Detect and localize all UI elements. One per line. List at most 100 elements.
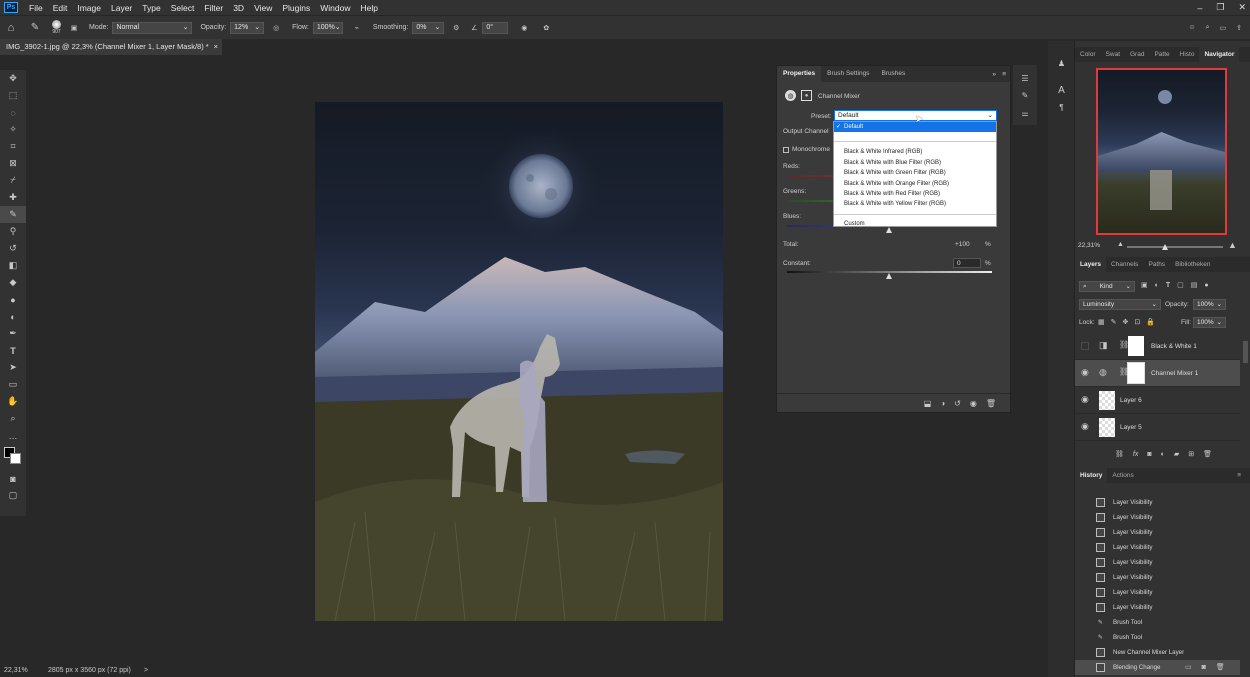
brush-tool-icon[interactable]: ✎ xyxy=(26,22,44,33)
constant-slider-thumb[interactable] xyxy=(886,273,892,279)
history-item[interactable]: New Channel Mixer Layer xyxy=(1075,645,1240,660)
history-item[interactable]: ✎ Brush Tool xyxy=(1075,615,1240,630)
share-document-icon[interactable]: ⇪ xyxy=(1236,24,1242,32)
flow-field[interactable]: 100% ⌄ xyxy=(312,21,343,34)
type-tool-icon[interactable]: T xyxy=(0,342,26,359)
visibility-toggle[interactable] xyxy=(1081,342,1089,350)
history-item[interactable]: Layer Visibility xyxy=(1075,585,1240,600)
swap-colors-icon[interactable] xyxy=(0,444,26,470)
zoom-tool-icon[interactable]: ⌕ xyxy=(0,410,26,427)
airbrush-icon[interactable]: ⌁ xyxy=(349,24,365,32)
menu-type[interactable]: Type xyxy=(137,3,165,13)
hand-tool-icon[interactable]: ✋ xyxy=(0,393,26,410)
delete-layer-icon[interactable]: 🗑 xyxy=(1203,450,1212,458)
brush-settings-icon[interactable]: ▣ xyxy=(67,24,81,32)
pressure-opacity-icon[interactable]: ◎ xyxy=(268,24,284,32)
close-tab-icon[interactable]: × xyxy=(214,39,218,55)
frame-tool-icon[interactable]: ⊠ xyxy=(0,155,26,172)
tab-actions[interactable]: Actions xyxy=(1107,468,1138,483)
layer-row[interactable]: ◉ Layer 5 xyxy=(1075,414,1240,441)
eraser-tool-icon[interactable]: ◧ xyxy=(0,257,26,274)
workspace-icon[interactable]: ▭ xyxy=(1220,24,1227,32)
gear-icon[interactable]: ⚙ xyxy=(448,24,464,32)
smart-object-filter-icon[interactable]: ▤ xyxy=(1191,281,1198,289)
healing-brush-tool-icon[interactable]: ✚ xyxy=(0,189,26,206)
add-mask-icon[interactable]: ◙ xyxy=(1147,450,1151,458)
snapshot-icon[interactable]: ◙ xyxy=(1202,663,1206,671)
pixel-filter-icon[interactable]: ▣ xyxy=(1141,281,1148,289)
tab-gradients[interactable]: Grad xyxy=(1125,47,1149,62)
dodge-tool-icon[interactable]: ◐ xyxy=(0,308,26,325)
zoom-level[interactable]: 22,31% xyxy=(4,667,48,674)
character-panel-icon[interactable]: A xyxy=(1048,81,1075,99)
eye-icon[interactable]: ◉ xyxy=(1081,394,1089,405)
more-tools-icon[interactable]: … xyxy=(0,427,26,444)
learn-icon[interactable]: ♟ xyxy=(1048,53,1075,73)
share-icon[interactable]: ☺ xyxy=(1188,24,1195,32)
document-tab[interactable]: IMG_3902-1.jpg @ 22,3% (Channel Mixer 1,… xyxy=(0,39,222,55)
pen-tool-icon[interactable]: ✒ xyxy=(0,325,26,342)
maximize-icon[interactable]: ❐ xyxy=(1216,2,1224,13)
filter-toggle-icon[interactable]: ● xyxy=(1204,281,1208,289)
layer-opacity-field[interactable]: 100% ⌄ xyxy=(1193,299,1226,310)
menu-edit[interactable]: Edit xyxy=(48,3,73,13)
brush-settings-panel-icon[interactable]: ⚌ xyxy=(1013,104,1037,122)
history-item[interactable]: ✎ Brush Tool xyxy=(1075,630,1240,645)
history-item[interactable]: Layer Visibility xyxy=(1075,555,1240,570)
new-document-from-state-icon[interactable]: ▭ xyxy=(1185,663,1192,671)
tab-channels[interactable]: Channels xyxy=(1106,257,1143,272)
move-tool-icon[interactable]: ✥ xyxy=(0,70,26,87)
preset-option-orange-filter[interactable]: Black & White with Orange Filter (RGB) xyxy=(834,179,996,189)
layer-name[interactable]: Black & White 1 xyxy=(1151,343,1197,350)
collapse-panel-icon[interactable]: » xyxy=(992,71,996,78)
marquee-tool-icon[interactable]: ⬚ xyxy=(0,87,26,104)
tab-bibliotheken[interactable]: Bibliotheken xyxy=(1170,257,1215,272)
delete-state-icon[interactable]: 🗑 xyxy=(1216,663,1225,671)
history-item[interactable]: Layer Visibility xyxy=(1075,495,1240,510)
background-color-swatch[interactable] xyxy=(10,453,21,464)
home-icon[interactable]: ⌂ xyxy=(0,22,22,34)
layer-row[interactable]: ◉ ◍ ⛓ Channel Mixer 1 xyxy=(1075,360,1240,387)
menu-window[interactable]: Window xyxy=(315,3,355,13)
menu-filter[interactable]: Filter xyxy=(199,3,228,13)
type-filter-icon[interactable]: T xyxy=(1166,281,1170,289)
quick-select-tool-icon[interactable]: ✧ xyxy=(0,121,26,138)
clone-stamp-tool-icon[interactable]: ⚲ xyxy=(0,223,26,240)
angle-field[interactable]: 0° xyxy=(482,21,509,34)
trash-icon[interactable]: 🗑 xyxy=(986,399,996,408)
blur-tool-icon[interactable]: ● xyxy=(0,291,26,308)
history-item[interactable]: Layer Visibility xyxy=(1075,540,1240,555)
reset-icon[interactable]: ↺ xyxy=(954,399,961,408)
tab-patterns[interactable]: Patte xyxy=(1149,47,1174,62)
tab-histogram[interactable]: Histo xyxy=(1175,47,1200,62)
tab-color[interactable]: Color xyxy=(1075,47,1101,62)
menu-3d[interactable]: 3D xyxy=(228,3,249,13)
lock-all-icon[interactable]: 🔒 xyxy=(1146,318,1155,326)
paragraph-panel-icon[interactable]: ¶ xyxy=(1048,99,1075,115)
history-item[interactable]: Layer Visibility xyxy=(1075,600,1240,615)
opacity-field[interactable]: 12% ⌄ xyxy=(230,21,265,34)
layer-mask-thumbnail[interactable] xyxy=(1128,336,1144,356)
lock-transparency-icon[interactable]: ▦ xyxy=(1098,318,1105,326)
layer-mask-thumbnail[interactable] xyxy=(1127,362,1145,384)
preset-option-blue-filter[interactable]: Black & White with Blue Filter (RGB) xyxy=(834,158,996,168)
layers-scrollbar[interactable] xyxy=(1243,341,1248,363)
zoom-out-icon[interactable]: ▲ xyxy=(1117,241,1124,248)
new-adjustment-icon[interactable]: ◐ xyxy=(1161,450,1165,458)
navigator-zoom-slider[interactable] xyxy=(1127,246,1223,248)
shape-filter-icon[interactable]: ▢ xyxy=(1177,281,1184,289)
preset-option-custom[interactable]: Custom xyxy=(834,219,996,229)
tab-properties[interactable]: Properties xyxy=(777,66,822,82)
layer-row[interactable]: ◨ ⛓ Black & White 1 xyxy=(1075,333,1240,360)
clip-to-layer-icon[interactable]: ⬓ xyxy=(924,399,932,408)
symmetry-icon[interactable]: ✿ xyxy=(538,24,554,32)
layer-filter-select[interactable]: ⌕ Kind ⌄ xyxy=(1079,281,1135,292)
tab-paths[interactable]: Paths xyxy=(1143,257,1170,272)
layer-name[interactable]: Channel Mixer 1 xyxy=(1151,370,1198,377)
tab-navigator[interactable]: Navigator xyxy=(1199,47,1240,62)
link-layers-icon[interactable]: ⛓ xyxy=(1115,450,1124,458)
visibility-eye-icon[interactable]: ◉ xyxy=(970,399,977,408)
tab-layers[interactable]: Layers xyxy=(1075,257,1106,272)
navigator-thumbnail[interactable] xyxy=(1096,68,1227,235)
lasso-tool-icon[interactable]: ◌ xyxy=(0,104,26,121)
